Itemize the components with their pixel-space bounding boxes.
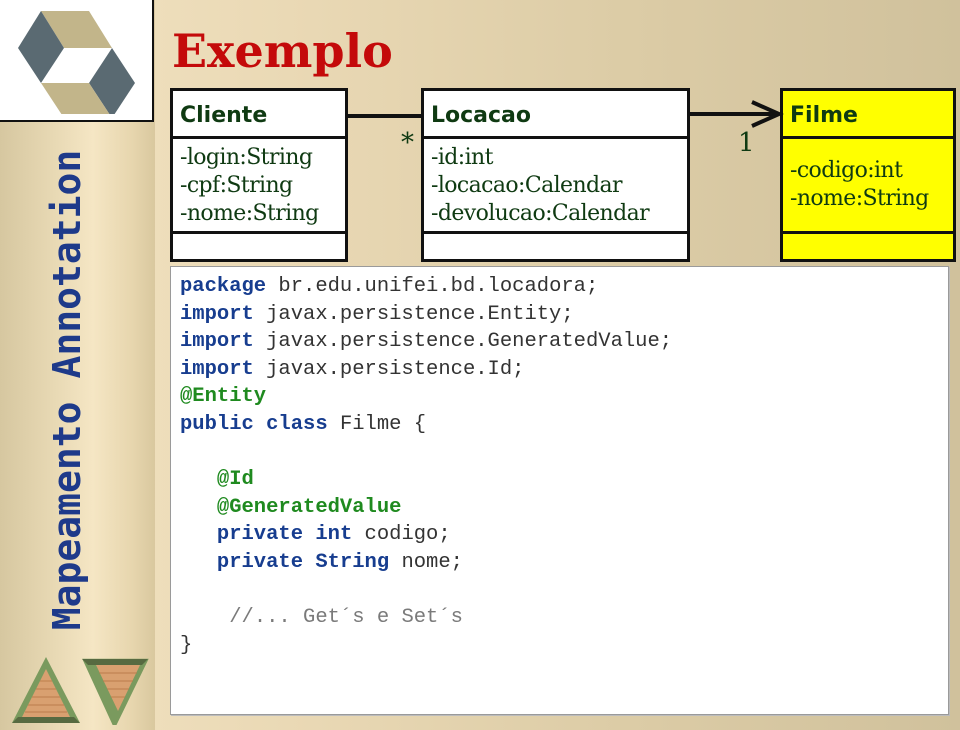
code-text: Filme {	[327, 412, 427, 436]
code-annotation: @Entity	[180, 385, 267, 409]
triangle-down-icon[interactable]	[82, 658, 149, 730]
code-keyword: String	[315, 550, 390, 574]
code-text: javax.persistence.GeneratedValue;	[253, 330, 673, 354]
code-comment: //... Get´s e Set´s	[229, 606, 463, 630]
slide-navigation	[10, 655, 150, 730]
code-annotation: @GeneratedValue	[216, 495, 402, 519]
code-keyword: int	[315, 523, 353, 547]
code-keyword: package	[180, 275, 267, 298]
code-keyword: private	[216, 550, 304, 574]
code-line: private int codigo;	[180, 521, 948, 549]
code-block: package br.edu.unifei.bd.locadora; import…	[170, 266, 949, 715]
code-line: import javax.persistence.Entity;	[180, 301, 948, 329]
code-line: import javax.persistence.Id;	[180, 356, 948, 384]
code-keyword: private	[216, 523, 304, 547]
code-keyword: import	[180, 330, 254, 354]
code-annotation: @Id	[216, 468, 254, 492]
code-line: public class Filme {	[180, 411, 948, 439]
triangle-up-icon[interactable]	[12, 657, 80, 723]
uml-associations	[348, 100, 784, 128]
code-text: }	[180, 633, 193, 657]
multiplicity-one: 1	[738, 128, 755, 158]
code-text: javax.persistence.Entity;	[253, 302, 574, 326]
code-text: br.edu.unifei.bd.locadora;	[266, 275, 599, 298]
code-text: codigo;	[352, 523, 451, 547]
code-line: package br.edu.unifei.bd.locadora;	[180, 273, 948, 301]
code-line: @Entity	[180, 383, 948, 411]
code-keyword: public	[180, 412, 254, 436]
multiplicity-many: *	[401, 128, 414, 158]
code-line: private String nome;	[180, 549, 948, 577]
code-text: javax.persistence.Id;	[253, 357, 525, 381]
code-line: @GeneratedValue	[180, 494, 948, 522]
code-keyword: class	[266, 412, 328, 436]
code-text: nome;	[389, 550, 463, 574]
code-line: import javax.persistence.GeneratedValue;	[180, 328, 948, 356]
code-keyword: import	[180, 302, 254, 326]
code-keyword: import	[180, 357, 254, 381]
code-line: }	[180, 632, 948, 660]
code-line: //... Get´s e Set´s	[180, 604, 948, 632]
code-line: @Id	[180, 466, 948, 494]
